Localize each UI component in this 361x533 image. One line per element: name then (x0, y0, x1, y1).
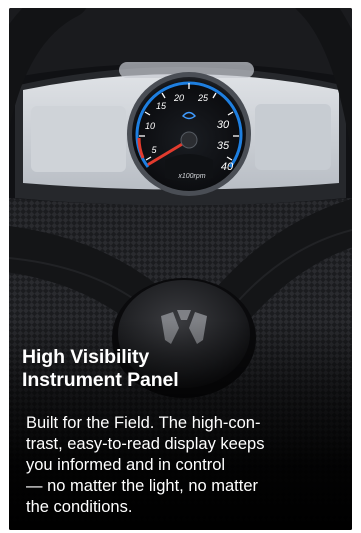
feature-title-line-2: Instrument Panel (22, 369, 179, 391)
feature-title: High Visibility Instrument Panel (22, 346, 342, 392)
feature-title-line-1: High Visibility (22, 346, 150, 368)
feature-description: Built for the Field. The high-con- trast… (26, 414, 265, 516)
feature-card: 5 10 15 20 25 30 35 40 x100rpm High Visi… (9, 8, 352, 530)
